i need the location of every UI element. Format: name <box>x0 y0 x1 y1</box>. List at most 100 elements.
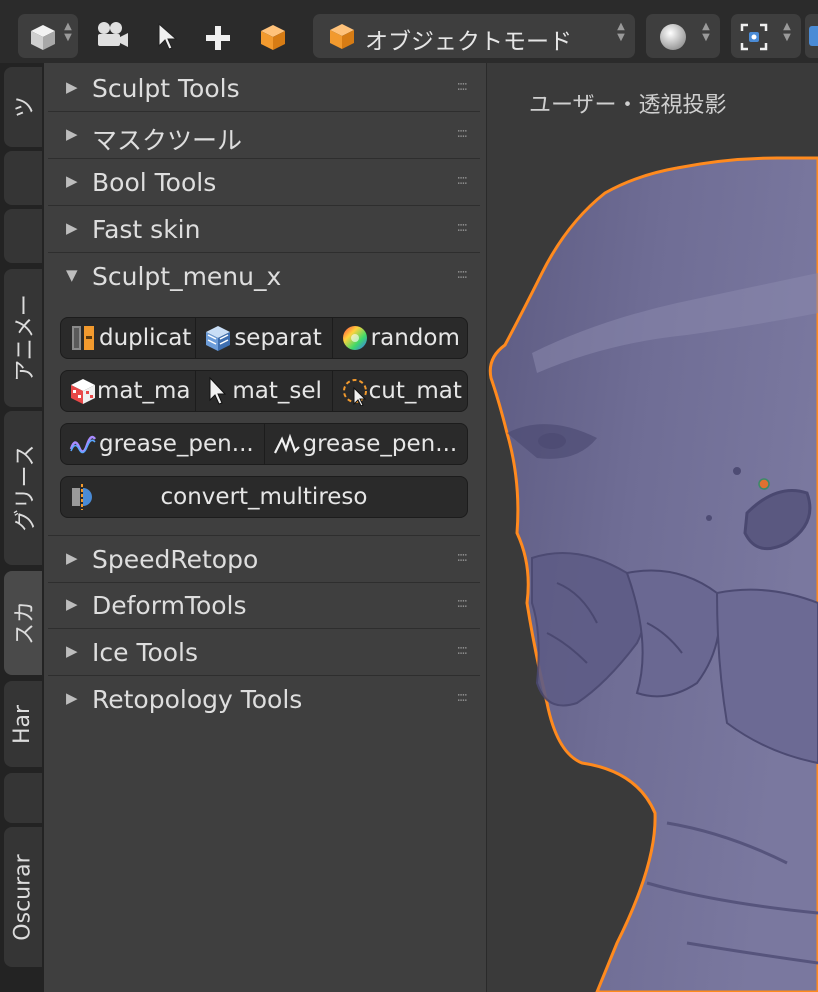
editor-type-button[interactable]: ▲ ▼ <box>18 14 78 58</box>
sculpt-menu-row-3: grease_pen... grease_pen... <box>60 423 468 465</box>
collapsed-triangle-icon: ▶ <box>66 125 78 143</box>
cursor-arrow-icon <box>209 376 227 405</box>
overflow-button[interactable] <box>805 14 818 58</box>
mat-ma-button[interactable]: mat_ma <box>61 371 197 411</box>
sculpt-menu-row-1: duplicat separat random <box>60 317 468 359</box>
tab-label: Har <box>10 704 36 744</box>
viewport-perspective-label: ユーザー・透視投影 <box>529 93 727 118</box>
drag-grip-icon[interactable]: :::: <box>456 690 467 705</box>
panel-title: DeformTools <box>92 591 247 620</box>
button-label: separat <box>234 325 322 351</box>
tab-label: グリース <box>13 444 38 532</box>
panel-fast-skin[interactable]: ▶ Fast skin :::: <box>48 206 480 253</box>
tab-animation[interactable]: アニメー <box>4 269 42 407</box>
button-label: convert_multireso <box>160 484 368 510</box>
collapsed-triangle-icon: ▶ <box>66 172 78 190</box>
tab-har[interactable]: Har <box>4 681 42 767</box>
grease-pencil-2-button[interactable]: grease_pen... <box>265 424 468 464</box>
panel-ice-tools[interactable]: ▶ Ice Tools :::: <box>48 629 480 676</box>
peak-stroke-icon <box>273 433 300 454</box>
add-plus-icon[interactable] <box>204 24 232 52</box>
panel-sculpt-menu-x[interactable]: ▼ Sculpt_menu_x :::: <box>48 253 480 299</box>
mode-label: オブジェクトモード <box>365 29 572 55</box>
3d-viewport[interactable]: ユーザー・透視投影 <box>487 63 818 992</box>
tab-8[interactable] <box>4 773 42 823</box>
panel-mask-tools[interactable]: ▶ マスクツール :::: <box>48 112 480 159</box>
panel-title: SpeedRetopo <box>92 545 259 574</box>
panel-sculpt-tools[interactable]: ▶ Sculpt Tools :::: <box>48 65 480 112</box>
panel-title: Sculpt_menu_x <box>92 262 282 291</box>
object-mode-cube-icon <box>330 24 354 49</box>
tab-oscurar[interactable]: Oscurar <box>4 827 42 967</box>
drag-grip-icon[interactable]: :::: <box>456 126 467 141</box>
panel-title: Bool Tools <box>92 168 217 197</box>
panel-title: マスクツール <box>92 126 243 155</box>
tab-label: Oscurar <box>10 853 36 941</box>
lasso-cut-icon <box>342 379 367 406</box>
separate-button[interactable]: separat <box>196 318 333 358</box>
viewport-header: ▲ ▼ ▲ ▼ オブジェクトモード ▲ ▼ ▲ ▼ <box>0 0 818 64</box>
sidebar-tabs: ツ アニメー グリース スカ Har Oscurar <box>0 63 44 992</box>
panel-deformtools[interactable]: ▶ DeformTools :::: <box>48 582 480 629</box>
button-label: mat_ma <box>97 378 191 404</box>
drag-grip-icon[interactable]: :::: <box>456 267 467 282</box>
eye-socket <box>538 433 566 449</box>
select-cursor-icon[interactable] <box>155 22 179 52</box>
button-label: mat_sel <box>232 378 322 404</box>
random-button[interactable]: random <box>333 318 467 358</box>
multires-icon <box>72 484 92 510</box>
tab-3[interactable] <box>4 209 42 263</box>
tab-sculpt[interactable]: スカ <box>4 571 42 675</box>
object-origin-dot <box>758 478 770 490</box>
chevron-updown-icon: ▲ ▼ <box>64 21 72 43</box>
skin-detail <box>733 467 741 475</box>
collapsed-triangle-icon: ▶ <box>66 219 78 237</box>
convert-multireso-button[interactable]: convert_multireso <box>61 477 467 517</box>
mat-sel-button[interactable]: mat_sel <box>196 371 333 411</box>
object-cube-icon[interactable] <box>258 22 288 52</box>
collapsed-triangle-icon: ▶ <box>66 689 78 707</box>
drag-grip-icon[interactable]: :::: <box>456 596 467 611</box>
overflow-icon <box>809 26 818 46</box>
tab-2[interactable] <box>4 151 42 205</box>
separate-cube-icon <box>206 326 231 351</box>
cube-icon <box>31 25 55 50</box>
snapping-dropdown[interactable]: ▲ ▼ <box>731 14 801 58</box>
button-label: cut_mat <box>368 378 462 404</box>
shading-dropdown[interactable]: ▲ ▼ <box>646 14 720 58</box>
duplicate-icon <box>72 326 94 350</box>
collapsed-triangle-icon: ▶ <box>66 595 78 613</box>
tab-label: スカ <box>13 600 39 646</box>
focus-frame-icon <box>740 23 768 51</box>
tab-label: ツ <box>12 95 38 119</box>
panel-title: Fast skin <box>92 215 201 244</box>
color-wheel-icon <box>342 326 367 350</box>
collapsed-triangle-icon: ▶ <box>66 642 78 660</box>
cut-mat-button[interactable]: cut_mat <box>333 371 467 411</box>
drag-grip-icon[interactable]: :::: <box>456 173 467 188</box>
panel-retopology-tools[interactable]: ▶ Retopology Tools :::: <box>48 676 480 722</box>
tab-grease-pencil[interactable]: グリース <box>4 411 42 565</box>
button-label: grease_pen... <box>302 431 458 457</box>
drag-grip-icon[interactable]: :::: <box>456 220 467 235</box>
duplicate-button[interactable]: duplicat <box>61 318 197 358</box>
chevron-updown-icon: ▲ ▼ <box>617 21 625 43</box>
button-label: duplicat <box>99 325 192 351</box>
button-label: random <box>370 325 460 351</box>
drag-grip-icon[interactable]: :::: <box>456 550 467 565</box>
wave-stroke-icon <box>69 435 97 454</box>
collapsed-triangle-icon: ▶ <box>66 549 78 567</box>
drag-grip-icon[interactable]: :::: <box>456 643 467 658</box>
panel-title: Sculpt Tools <box>92 74 240 103</box>
panel-bool-tools[interactable]: ▶ Bool Tools :::: <box>48 159 480 206</box>
grease-pencil-1-button[interactable]: grease_pen... <box>61 424 265 464</box>
sculpt-menu-row-4: convert_multireso <box>60 476 468 518</box>
tab-tool[interactable]: ツ <box>4 67 42 147</box>
video-camera-icon[interactable] <box>94 20 130 52</box>
tab-label: アニメー <box>13 294 38 382</box>
panel-speedretopo[interactable]: ▶ SpeedRetopo :::: <box>48 535 480 583</box>
drag-grip-icon[interactable]: :::: <box>456 79 467 94</box>
expanded-triangle-icon: ▼ <box>66 266 78 284</box>
sculpt-menu-row-2: mat_ma mat_sel cut_mat <box>60 370 468 412</box>
sphere-shading-icon <box>660 24 686 50</box>
